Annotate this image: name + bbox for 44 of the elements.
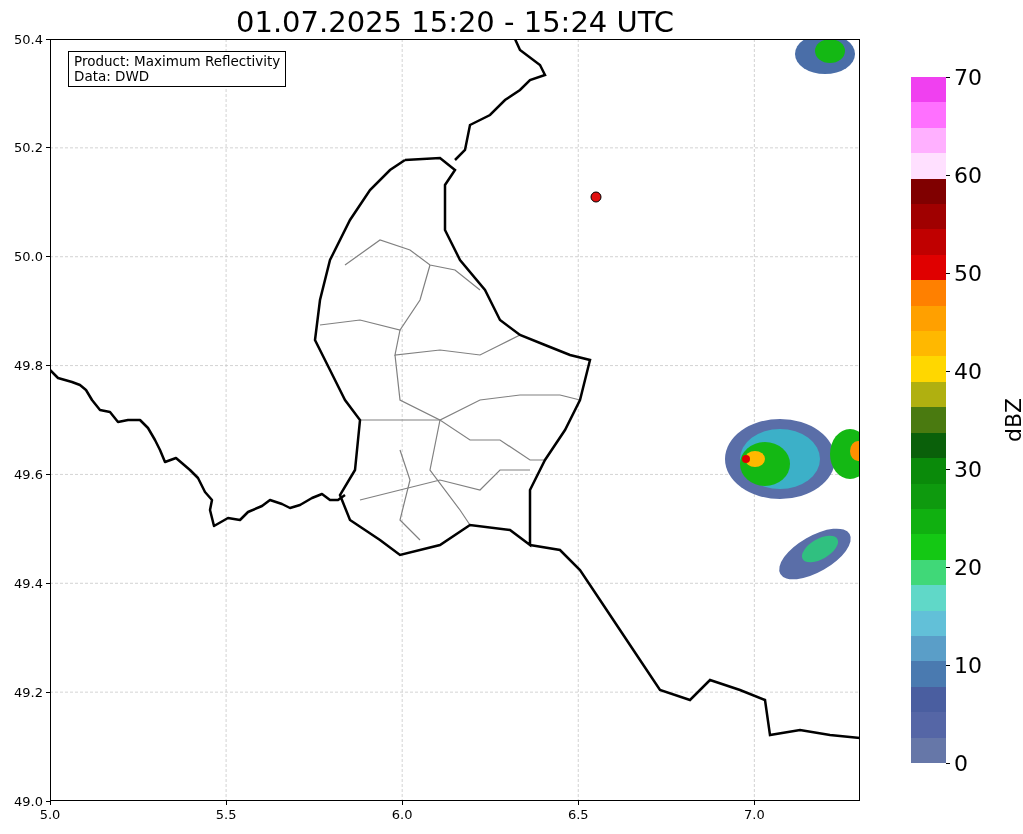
tick-mark (46, 256, 50, 258)
y-tick-label: 49.4 (14, 575, 43, 591)
x-tick-label: 7.0 (744, 807, 765, 822)
colorbar-tick-label: 20 (954, 554, 982, 580)
x-tick-label: 5.0 (39, 807, 61, 822)
tick-mark (46, 147, 50, 149)
colorbar-label: dBZ (1000, 397, 1023, 443)
y-tick-label: 49.2 (14, 684, 43, 700)
tick-mark (946, 762, 950, 764)
tick-mark (946, 76, 950, 78)
y-tick-label: 50.4 (14, 31, 43, 47)
y-tick-label: 49.6 (14, 466, 43, 482)
tick-mark (753, 801, 755, 805)
colorbar-tick-label: 0 (954, 750, 968, 776)
tick-mark (577, 801, 579, 805)
tick-mark (46, 691, 50, 693)
tick-mark (946, 566, 950, 568)
tick-mark (225, 801, 227, 805)
chart-title: 01.07.2025 15:20 - 15:24 UTC (235, 4, 675, 39)
tick-mark (46, 365, 50, 367)
tick-mark (946, 664, 950, 666)
x-tick-label: 6.0 (391, 807, 413, 822)
tick-mark (46, 38, 50, 40)
x-tick-label: 6.5 (567, 807, 589, 822)
info-text: Data: DWD (74, 69, 151, 84)
y-tick-label: 50.2 (14, 140, 43, 156)
tick-mark (946, 174, 950, 176)
colorbar-tick-label: 30 (954, 456, 982, 482)
info-text: Product: Maximum Reflectivity (74, 54, 281, 69)
tick-mark (946, 370, 950, 372)
colorbar-tick-label: 10 (954, 652, 982, 678)
tick-mark (946, 468, 950, 470)
tick-mark (946, 272, 950, 274)
colorbar-tick-label: 60 (954, 162, 982, 188)
y-tick-label: 50.0 (14, 249, 43, 265)
tick-mark (401, 801, 403, 805)
tick-mark (46, 473, 50, 475)
colorbar-tick-label: 40 (954, 358, 982, 384)
tick-mark (46, 582, 50, 584)
y-tick-label: 49.0 (14, 793, 43, 809)
colorbar-tick-label: 70 (954, 64, 982, 90)
y-tick-label: 49.8 (14, 358, 43, 374)
colorbar-tick-label: 50 (954, 260, 982, 286)
x-tick-label: 5.5 (215, 807, 237, 822)
